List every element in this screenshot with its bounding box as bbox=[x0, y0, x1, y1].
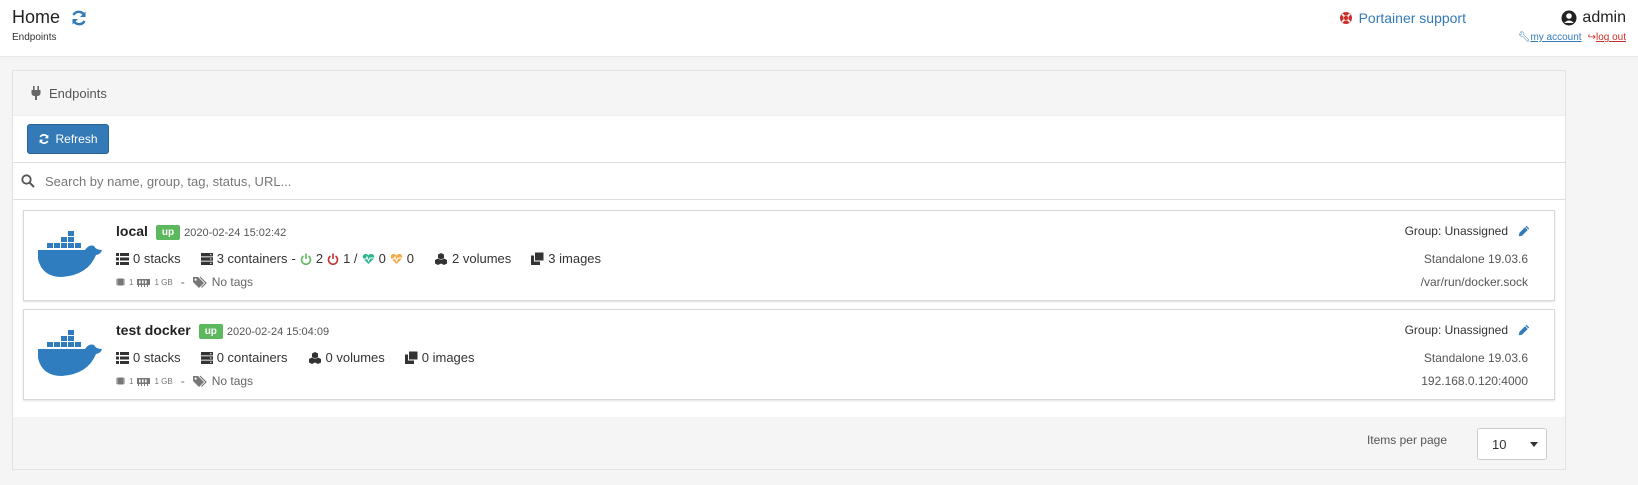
cpu-icon bbox=[116, 277, 125, 287]
endpoint-name-row: test docker up 2020-02-24 15:04:09 bbox=[116, 322, 329, 339]
endpoint-meta: 1 1 GB - No tags bbox=[116, 374, 253, 388]
meta-separator: - bbox=[180, 374, 185, 388]
healthy-count: 0 bbox=[378, 251, 386, 266]
my-account-link[interactable]: 🔧︎my account bbox=[1518, 32, 1582, 43]
cpu-icon bbox=[116, 376, 125, 386]
endpoint-stats: 0 stacks 3 containers - 2 1 / 0 0 2 volu… bbox=[116, 251, 601, 266]
endpoint-item-local[interactable]: local up 2020-02-24 15:02:42 0 stacks 3 co… bbox=[23, 210, 1555, 301]
wrench-icon: 🔧︎ bbox=[1517, 32, 1531, 43]
panel-title: Endpoints bbox=[49, 85, 107, 101]
cubes-icon bbox=[434, 252, 448, 265]
status-badge: up bbox=[155, 225, 181, 240]
endpoint-group: Group: Unassigned bbox=[1405, 224, 1530, 238]
tags-text: No tags bbox=[211, 275, 254, 289]
page-title-row: Home bbox=[12, 7, 88, 28]
server-icon bbox=[200, 252, 213, 265]
containers-separator: - bbox=[291, 251, 296, 266]
power-off-icon bbox=[327, 253, 339, 265]
stacks-icon bbox=[116, 252, 129, 265]
volumes-count: 0 volumes bbox=[325, 350, 385, 365]
power-on-icon bbox=[300, 253, 312, 265]
items-per-page-value: 10 bbox=[1492, 436, 1507, 452]
support-label: Portainer support bbox=[1358, 10, 1466, 26]
page-title: Home bbox=[12, 7, 61, 27]
endpoint-stats: 0 stacks 0 containers 0 volumes 0 images bbox=[116, 350, 475, 365]
server-icon bbox=[200, 351, 213, 364]
breadcrumb: Endpoints bbox=[12, 32, 57, 43]
clone-icon bbox=[531, 252, 545, 265]
stopped-count: 1 / bbox=[343, 251, 358, 266]
refresh-icon bbox=[38, 133, 50, 145]
stacks-count: 0 stacks bbox=[133, 350, 181, 365]
endpoint-docker-version: Standalone 19.03.6 bbox=[1423, 252, 1528, 266]
edit-pencil-icon[interactable] bbox=[1518, 225, 1530, 237]
endpoint-name: local bbox=[116, 223, 148, 239]
items-per-page-select[interactable]: 10 bbox=[1477, 428, 1547, 460]
search-bar bbox=[13, 162, 1565, 200]
items-per-page-label: Items per page bbox=[1366, 433, 1447, 447]
images-count: 0 images bbox=[421, 350, 475, 365]
stacks-count: 0 stacks bbox=[133, 251, 181, 266]
endpoint-item-test-docker[interactable]: test docker up 2020-02-24 15:04:09 0 stack… bbox=[23, 309, 1555, 400]
volumes-count: 2 volumes bbox=[452, 251, 512, 266]
edit-pencil-icon[interactable] bbox=[1518, 324, 1530, 336]
sign-out-icon: ↪ bbox=[1587, 32, 1596, 43]
plug-icon bbox=[31, 86, 41, 100]
status-badge: up bbox=[198, 324, 223, 339]
containers-count: 3 containers bbox=[216, 251, 288, 266]
user-circle-icon bbox=[1561, 10, 1577, 26]
heartbeat-healthy-icon bbox=[362, 253, 375, 265]
endpoint-url: /var/run/docker.sock bbox=[1420, 275, 1528, 289]
stacks-icon bbox=[116, 351, 129, 364]
username: admin bbox=[1582, 9, 1626, 26]
portainer-support-link[interactable]: Portainer support bbox=[1339, 10, 1466, 26]
pagination-footer: Items per page 10 bbox=[13, 417, 1565, 469]
memory-amount: 1 GB bbox=[154, 376, 173, 386]
refresh-page-icon[interactable] bbox=[70, 9, 88, 27]
meta-separator: - bbox=[180, 275, 185, 289]
user-info: admin bbox=[1561, 9, 1626, 27]
memory-icon bbox=[137, 278, 151, 287]
images-count: 3 images bbox=[548, 251, 602, 266]
tags-icon bbox=[192, 276, 208, 288]
group-label: Group: Unassigned bbox=[1404, 323, 1508, 337]
life-ring-icon bbox=[1339, 11, 1353, 25]
endpoint-docker-version: Standalone 19.03.6 bbox=[1423, 351, 1528, 365]
endpoint-name: test docker bbox=[116, 322, 191, 338]
group-label: Group: Unassigned bbox=[1404, 224, 1508, 238]
clone-icon bbox=[404, 351, 418, 364]
docker-logo-icon bbox=[36, 229, 106, 281]
endpoints-panel: Endpoints Refresh Search by name, group,… bbox=[12, 70, 1566, 470]
tags-text: No tags bbox=[211, 374, 254, 388]
search-input[interactable] bbox=[43, 168, 1447, 194]
docker-logo-icon bbox=[36, 328, 106, 380]
endpoint-timestamp: 2020-02-24 15:04:09 bbox=[226, 326, 330, 338]
endpoint-meta: 1 1 GB - No tags bbox=[116, 275, 253, 289]
endpoint-timestamp: 2020-02-24 15:02:42 bbox=[184, 227, 287, 239]
memory-amount: 1 GB bbox=[154, 277, 173, 287]
top-bar: Home Endpoints Portainer support admin 🔧… bbox=[0, 0, 1638, 57]
cubes-icon bbox=[308, 351, 322, 364]
unhealthy-count: 0 bbox=[406, 251, 415, 266]
endpoint-url: 192.168.0.120:4000 bbox=[1421, 374, 1528, 388]
tags-icon bbox=[192, 375, 208, 387]
account-links: 🔧︎my account ↪log out bbox=[1518, 32, 1626, 43]
endpoint-group: Group: Unassigned bbox=[1405, 323, 1530, 337]
caret-down-icon bbox=[1530, 441, 1538, 447]
running-count: 2 bbox=[315, 251, 324, 266]
containers-count: 0 containers bbox=[216, 350, 288, 365]
logout-link[interactable]: ↪log out bbox=[1588, 32, 1626, 43]
endpoint-name-row: local up 2020-02-24 15:02:42 bbox=[116, 223, 286, 240]
memory-icon bbox=[137, 377, 151, 386]
cpu-count: 1 bbox=[129, 277, 134, 287]
heartbeat-unhealthy-icon bbox=[390, 253, 403, 265]
refresh-button[interactable]: Refresh bbox=[27, 124, 109, 154]
cpu-count: 1 bbox=[129, 376, 134, 386]
refresh-label: Refresh bbox=[55, 132, 98, 146]
search-icon bbox=[21, 174, 35, 188]
panel-header: Endpoints bbox=[13, 71, 1565, 116]
